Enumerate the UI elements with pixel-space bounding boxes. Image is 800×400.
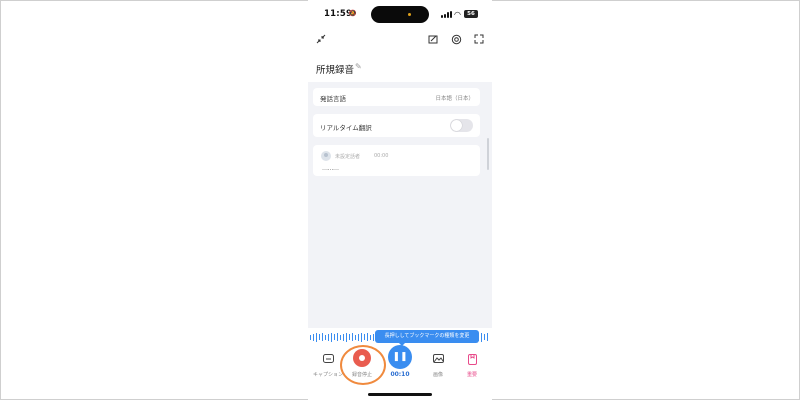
waveform-bar: [313, 333, 314, 341]
waveform-bar: [319, 334, 320, 340]
waveform-bar: [349, 334, 350, 340]
waveform-bar: [316, 332, 317, 342]
image-button[interactable]: 画像: [420, 344, 456, 384]
image-icon: [431, 354, 445, 366]
waveform-bar: [370, 334, 371, 340]
waveform-bar: [361, 332, 362, 342]
collapse-icon[interactable]: [314, 34, 328, 48]
expand-icon[interactable]: [472, 34, 486, 48]
status-time: 11:59: [324, 9, 353, 19]
waveform-bar: [343, 333, 344, 341]
bookmark-icon: [465, 354, 479, 366]
home-indicator[interactable]: [368, 393, 432, 396]
waveform-bar: [322, 333, 323, 341]
waveform-bar: [325, 334, 326, 340]
cellular-signal-icon: [441, 11, 452, 18]
bottom-controls: キャプション 録音停止 ❚❚ 00:10 画像 重要: [308, 344, 492, 400]
phone-screen: 11:59 🔕 ◠ 56 所規録音 ✎ 発話言語 日本語（日本） リアルタイム翻…: [308, 0, 492, 400]
recording-timer: 00:10: [390, 371, 410, 378]
recording-title[interactable]: 所規録音: [316, 62, 354, 76]
waveform-bar: [367, 333, 368, 341]
battery-icon: 56: [464, 10, 478, 18]
wifi-icon: ◠: [454, 10, 461, 19]
scrollbar[interactable]: [487, 138, 489, 170]
waveform-bar: [364, 334, 365, 340]
realtime-label: リアルタイム翻訳: [320, 124, 372, 132]
speaker-name[interactable]: 未設定話者: [335, 153, 360, 160]
waveform-bar: [337, 333, 338, 341]
transcript-time: 00:00: [374, 153, 389, 159]
bookmark-label: 重要: [466, 372, 477, 378]
bookmark-tooltip: 長押ししてブックマークの種類を変更: [375, 330, 479, 346]
pause-button[interactable]: ❚❚: [388, 345, 412, 369]
mic-indicator-icon: [408, 13, 411, 16]
realtime-translation-toggle[interactable]: [450, 119, 473, 132]
speaker-avatar-icon: [321, 151, 331, 161]
transcript-card: 未設定話者 00:00 ………: [313, 145, 480, 176]
waveform-bar: [310, 334, 311, 340]
language-label: 発話言語: [320, 95, 346, 103]
silent-bell-icon: 🔕: [349, 10, 357, 17]
language-value: 日本語（日本）: [435, 96, 474, 102]
stop-label: 録音停止: [351, 372, 372, 378]
waveform-bar: [328, 333, 329, 341]
title-row: 所規録音 ✎: [308, 58, 492, 80]
status-bar: 11:59 🔕 ◠ 56: [308, 0, 492, 30]
stop-recording-button[interactable]: [353, 349, 371, 367]
annotate-icon[interactable]: [426, 34, 440, 48]
waveform-bar: [334, 334, 335, 340]
waveform-bar: [340, 334, 341, 340]
image-label: 画像: [432, 372, 443, 378]
edit-pencil-icon[interactable]: ✎: [355, 62, 362, 71]
content-area: 発話言語 日本語（日本） リアルタイム翻訳 未設定話者 00:00 ………: [308, 82, 492, 328]
bookmark-button[interactable]: 重要: [454, 344, 490, 384]
waveform-bar: [358, 333, 359, 341]
realtime-translation-row: リアルタイム翻訳: [313, 114, 480, 137]
top-toolbar: [308, 30, 492, 52]
dynamic-island: [371, 6, 429, 23]
language-row[interactable]: 発話言語 日本語（日本）: [313, 88, 480, 106]
waveform-bar: [331, 332, 332, 342]
settings-icon[interactable]: [449, 34, 463, 48]
waveform-bar: [487, 333, 488, 341]
transcript-text: ………: [322, 165, 339, 172]
waveform-bar: [352, 333, 353, 341]
toggle-knob: [451, 120, 462, 131]
waveform-bar: [355, 334, 356, 340]
caption-icon: [321, 354, 335, 366]
waveform-bar: [484, 334, 485, 340]
waveform-bar: [481, 332, 482, 342]
waveform-bar: [373, 333, 374, 341]
waveform-bar: [346, 332, 347, 342]
